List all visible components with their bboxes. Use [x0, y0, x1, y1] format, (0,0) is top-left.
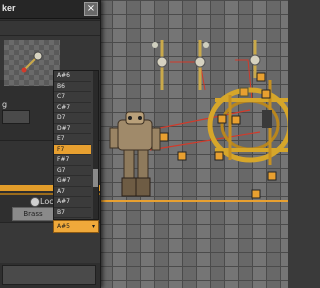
- note-dropdown-list[interactable]: A#6 B6 C7 C#7 D7 D#7 E7 F7 F#7 G7 G#7 A7 A#7 B7: [53, 70, 99, 220]
- dropdown-option[interactable]: F#7: [54, 155, 91, 166]
- dropdown-option[interactable]: A#7: [54, 197, 91, 208]
- dropdown-option[interactable]: A7: [54, 187, 91, 197]
- panel-title: ker: [2, 3, 16, 13]
- speaker-pole[interactable]: [194, 40, 209, 90]
- dropdown-option[interactable]: D#7: [54, 124, 91, 134]
- dropdown-option[interactable]: D7: [54, 113, 91, 124]
- preview-area: [4, 40, 60, 86]
- dropdown-option[interactable]: C#7: [54, 103, 91, 113]
- speaker-pole[interactable]: [249, 40, 261, 78]
- chevron-down-icon[interactable]: ▾: [92, 221, 95, 232]
- dropdown-option[interactable]: G7: [54, 166, 91, 176]
- dropdown-option[interactable]: A#6: [54, 71, 91, 82]
- dropdown-option[interactable]: G#7: [54, 176, 91, 187]
- local-radio[interactable]: [30, 197, 40, 207]
- dropdown-option[interactable]: E7: [54, 134, 91, 145]
- divider: [0, 20, 100, 21]
- dropdown-scrollbar[interactable]: [93, 71, 98, 219]
- note-select-value: A#5: [57, 223, 70, 230]
- material-brass-button[interactable]: Brass: [12, 207, 54, 221]
- value-field[interactable]: [2, 110, 30, 124]
- section-label: g: [2, 100, 8, 109]
- dropdown-option[interactable]: B7: [54, 208, 91, 218]
- dropdown-option[interactable]: B6: [54, 82, 91, 92]
- close-icon[interactable]: ×: [84, 2, 98, 16]
- bottom-field[interactable]: [2, 265, 96, 285]
- divider: [0, 35, 100, 36]
- dropdown-scroll-thumb[interactable]: [93, 169, 98, 187]
- note-select[interactable]: A#5 ▾: [53, 220, 99, 233]
- player-character[interactable]: [109, 111, 161, 197]
- speaker-pole[interactable]: [152, 40, 168, 90]
- dropdown-option[interactable]: F7: [54, 144, 91, 155]
- dropdown-option[interactable]: C7: [54, 92, 91, 103]
- panel-titlebar[interactable]: ker ×: [0, 0, 100, 19]
- speaker-preview-icon: [21, 51, 43, 73]
